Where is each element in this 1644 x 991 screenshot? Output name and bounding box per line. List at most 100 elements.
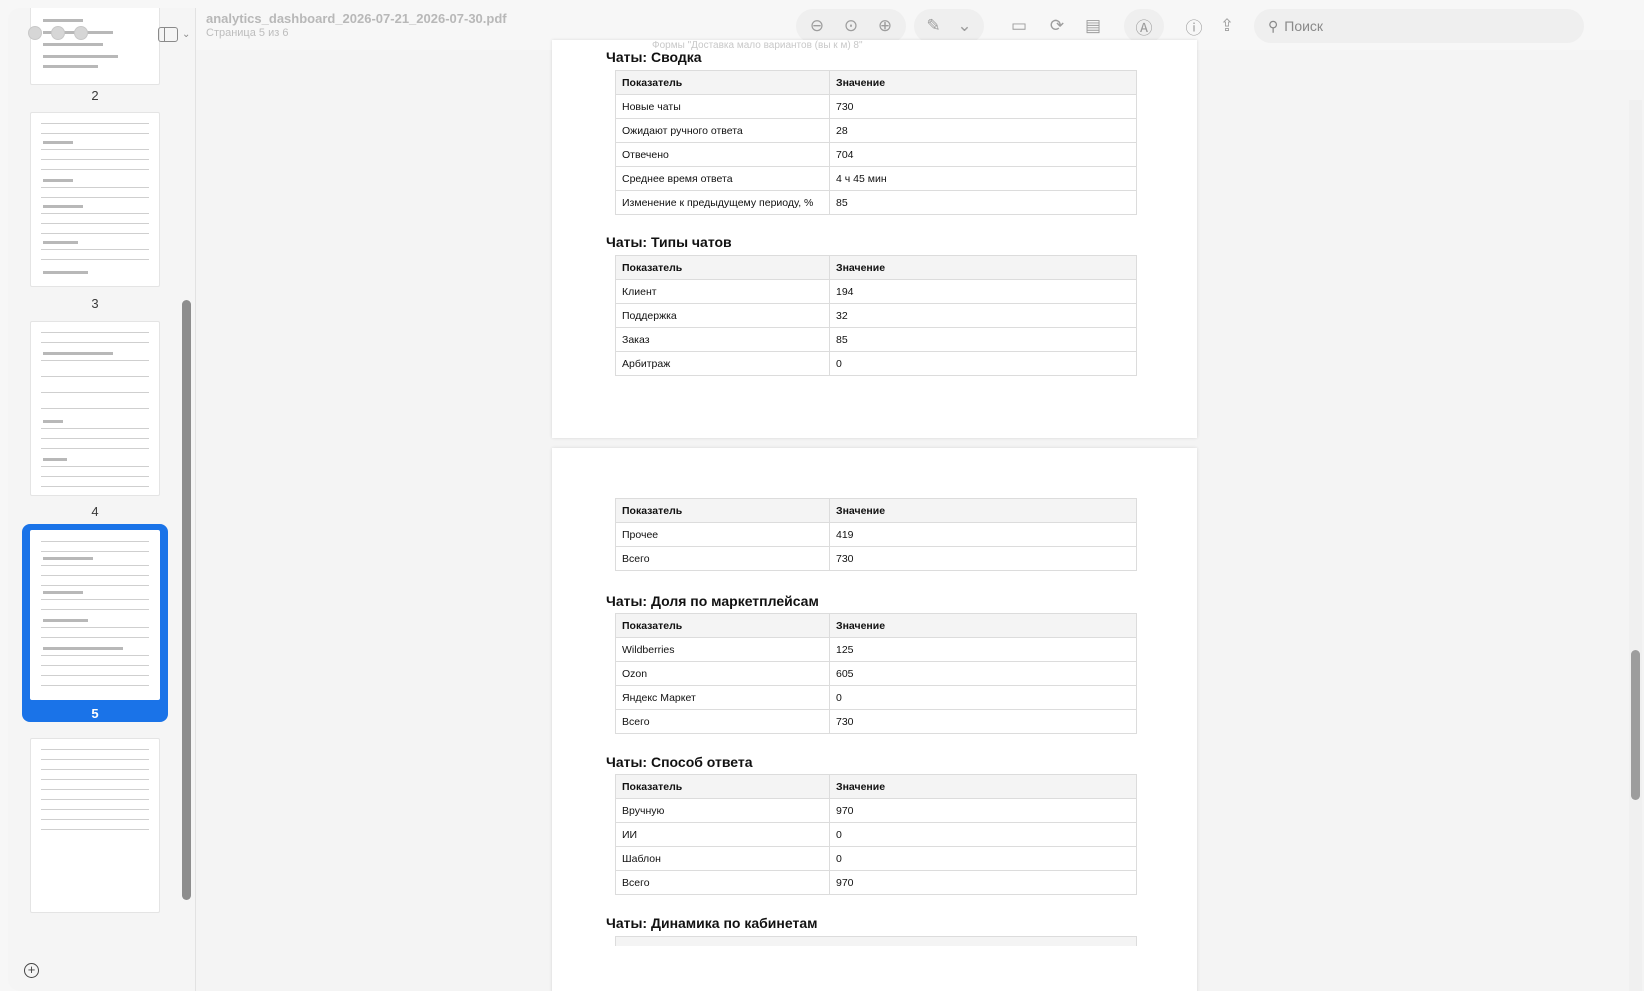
cell-label: Клиент xyxy=(615,279,830,304)
scroll-track xyxy=(1629,100,1642,991)
thumbnail-page-3[interactable] xyxy=(30,112,160,287)
cell-label: Ozon xyxy=(615,661,830,686)
zoom-fit-icon[interactable]: ⊙ xyxy=(838,13,864,39)
cell-label: Изменение к предыдущему периоду, % xyxy=(615,190,830,215)
cell-label: Яндекс Маркет xyxy=(615,685,830,710)
table-top-edge xyxy=(615,936,1137,946)
table-row: Wildberries 125 xyxy=(615,637,1137,662)
table-header-row: Показатель Значение xyxy=(615,255,1137,280)
section-title: Чаты: Типы чатов xyxy=(606,234,732,250)
cell-label: Среднее время ответа xyxy=(615,166,830,191)
column-header: Значение xyxy=(829,498,1137,523)
thumbnail-page-4[interactable] xyxy=(30,321,160,496)
table-header-row: Показатель Значение xyxy=(615,613,1137,638)
zoom-in-icon[interactable]: ⊕ xyxy=(872,13,898,39)
minimize-window-button[interactable] xyxy=(51,26,65,40)
chevron-down-icon: ⌄ xyxy=(182,28,191,40)
search-placeholder: Поиск xyxy=(1284,18,1324,34)
cell-label: Вручную xyxy=(615,798,830,823)
continued-table: Показатель Значение Прочее 419 Всего 730 xyxy=(615,498,1137,571)
table-row: Изменение к предыдущему периоду, % 85 xyxy=(615,190,1137,215)
info-icon[interactable]: ⓘ xyxy=(1181,13,1207,39)
thumbnail-number-selected: 5 xyxy=(91,706,99,721)
rotate-icon[interactable]: ⟳ xyxy=(1044,13,1070,39)
table-row: Среднее время ответа 4 ч 45 мин xyxy=(615,166,1137,191)
share-icon[interactable]: ⇪ xyxy=(1214,13,1240,39)
cell-label: Всего xyxy=(615,709,830,734)
table-header-row: Показатель Значение xyxy=(615,498,1137,523)
zoom-window-button[interactable] xyxy=(74,26,88,40)
cell-label: Всего xyxy=(615,546,830,571)
cell-value: 0 xyxy=(829,685,1137,710)
cell-value: 32 xyxy=(829,303,1137,328)
column-header: Значение xyxy=(829,774,1137,799)
table-row: Всего 730 xyxy=(615,546,1137,571)
add-page-button[interactable]: + xyxy=(24,963,39,978)
table-header-row: Показатель Значение xyxy=(615,774,1137,799)
signature-box-icon[interactable]: ▭ xyxy=(1006,13,1032,39)
document-title: analytics_dashboard_2026-07-21_2026-07-3… xyxy=(206,11,507,26)
table-row: Прочее 419 xyxy=(615,522,1137,547)
section-title: Чаты: Доля по маркетплейсам xyxy=(606,593,819,609)
zoom-controls: ⊖ ⊙ ⊕ xyxy=(796,9,906,43)
table-row: Всего 730 xyxy=(615,709,1137,734)
pen-circle-group: Ⓐ xyxy=(1124,9,1164,43)
thumbnail-sidebar: 2 3 4 5 ⌄ + xyxy=(8,8,196,991)
table-row: Ожидают ручного ответа 28 xyxy=(615,118,1137,143)
pen-circle-icon[interactable]: Ⓐ xyxy=(1131,13,1157,39)
cell-label: Новые чаты xyxy=(615,94,830,119)
search-field[interactable]: ⚲ Поиск xyxy=(1254,9,1584,43)
thumbnail-page-5[interactable] xyxy=(30,530,160,700)
thumbnail-number: 3 xyxy=(91,296,99,311)
cell-value: 85 xyxy=(829,190,1137,215)
search-icon: ⚲ xyxy=(1268,17,1279,34)
cell-label: Поддержка xyxy=(615,303,830,328)
reply-method-table: Показатель Значение Вручную 970 ИИ 0 Шаблон… xyxy=(615,774,1137,895)
table-row: ИИ 0 xyxy=(615,822,1137,847)
table-row: Ozon 605 xyxy=(615,661,1137,686)
cell-value: 970 xyxy=(829,870,1137,895)
sidebar-toggle-button[interactable]: ⌄ xyxy=(158,24,194,44)
table-row: Поддержка 32 xyxy=(615,303,1137,328)
cell-label: Wildberries xyxy=(615,637,830,662)
cell-label: Ожидают ручного ответа xyxy=(615,118,830,143)
column-header: Показатель xyxy=(615,255,830,280)
document-view: Формы "Доставка мало вариантов (вы к м) … xyxy=(196,40,1644,991)
cell-value: 28 xyxy=(829,118,1137,143)
preview-window: 2 3 4 5 ⌄ + analytics_dashboard_2026-07-… xyxy=(0,0,1644,991)
document-scrollbar[interactable] xyxy=(1631,650,1640,800)
chat-types-table: Показатель Значение Клиент 194 Поддержка 32… xyxy=(615,255,1137,376)
section-title: Чаты: Динамика по кабинетам xyxy=(606,915,818,931)
cell-value: 85 xyxy=(829,327,1137,352)
column-header: Значение xyxy=(829,255,1137,280)
cell-label: Шаблон xyxy=(615,846,830,871)
thumbnail-number: 4 xyxy=(91,504,99,519)
sidebar-scrollbar[interactable] xyxy=(182,300,191,900)
zoom-out-icon[interactable]: ⊖ xyxy=(804,13,830,39)
cell-label: Заказ xyxy=(615,327,830,352)
table-row: Новые чаты 730 xyxy=(615,94,1137,119)
cell-label: Прочее xyxy=(615,522,830,547)
cell-value: 605 xyxy=(829,661,1137,686)
window-controls xyxy=(28,26,88,40)
pencil-icon[interactable]: ✎ xyxy=(922,13,945,39)
thumbnail-page-6[interactable] xyxy=(30,738,160,913)
cell-label: Арбитраж xyxy=(615,351,830,376)
table-row: Яндекс Маркет 0 xyxy=(615,685,1137,710)
table-row: Отвечено 704 xyxy=(615,142,1137,167)
table-row: Всего 970 xyxy=(615,870,1137,895)
section-title: Чаты: Сводка xyxy=(606,49,702,65)
sidebar-icon xyxy=(158,26,178,42)
cell-value: 194 xyxy=(829,279,1137,304)
close-window-button[interactable] xyxy=(28,26,42,40)
summary-table: Показатель Значение Новые чаты 730 Ожидают… xyxy=(615,70,1137,215)
table-row: Клиент 194 xyxy=(615,279,1137,304)
chevron-down-icon[interactable]: ⌄ xyxy=(953,13,976,39)
cell-value: 704 xyxy=(829,142,1137,167)
pdf-page: Формы "Доставка мало вариантов (вы к м) … xyxy=(552,40,1197,438)
column-header: Показатель xyxy=(615,774,830,799)
column-header: Показатель xyxy=(615,613,830,638)
markup-icon[interactable]: ▤ xyxy=(1080,13,1106,39)
cell-value: 0 xyxy=(829,846,1137,871)
thumbnail-page-2[interactable] xyxy=(30,8,160,85)
